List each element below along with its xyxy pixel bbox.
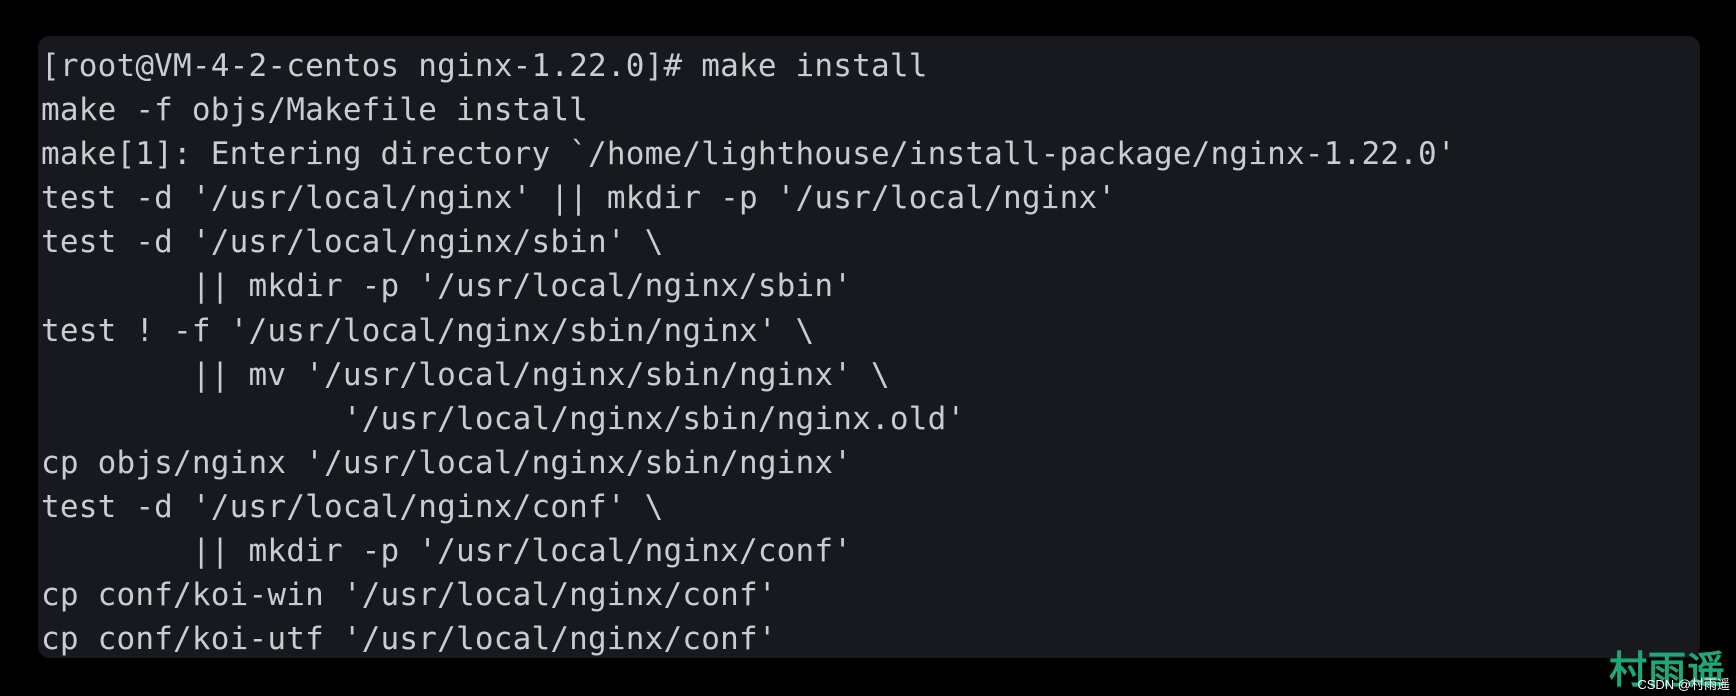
terminal-line: cp objs/nginx '/usr/local/nginx/sbin/ngi…: [41, 444, 853, 481]
terminal-line: cp conf/koi-win '/usr/local/nginx/conf': [41, 577, 777, 614]
terminal-line: || mkdir -p '/usr/local/nginx/conf': [41, 533, 853, 570]
terminal-line: cp conf/koi-utf '/usr/local/nginx/conf': [41, 621, 777, 658]
terminal-window[interactable]: [root@VM-4-2-centos nginx-1.22.0]# make …: [38, 36, 1700, 658]
terminal-line: || mkdir -p '/usr/local/nginx/sbin': [41, 268, 853, 305]
terminal-line: test -d '/usr/local/nginx/sbin' \: [41, 224, 664, 261]
terminal-line: '/usr/local/nginx/sbin/nginx.old': [41, 400, 966, 437]
terminal-line: test ! -f '/usr/local/nginx/sbin/nginx' …: [41, 312, 815, 349]
terminal-line: test -d '/usr/local/nginx' || mkdir -p '…: [41, 180, 1117, 217]
watermark-subtext: CSDN @村雨遥: [1637, 677, 1730, 692]
terminal-line: || mv '/usr/local/nginx/sbin/nginx' \: [41, 356, 890, 393]
terminal-line: make[1]: Entering directory `/home/light…: [41, 136, 1456, 173]
terminal-line: test -d '/usr/local/nginx/conf' \: [41, 488, 664, 525]
terminal-line: make -f objs/Makefile install: [41, 92, 589, 129]
screenshot-canvas: [root@VM-4-2-centos nginx-1.22.0]# make …: [0, 0, 1736, 696]
terminal-line-prompt: [root@VM-4-2-centos nginx-1.22.0]# make …: [41, 48, 928, 84]
